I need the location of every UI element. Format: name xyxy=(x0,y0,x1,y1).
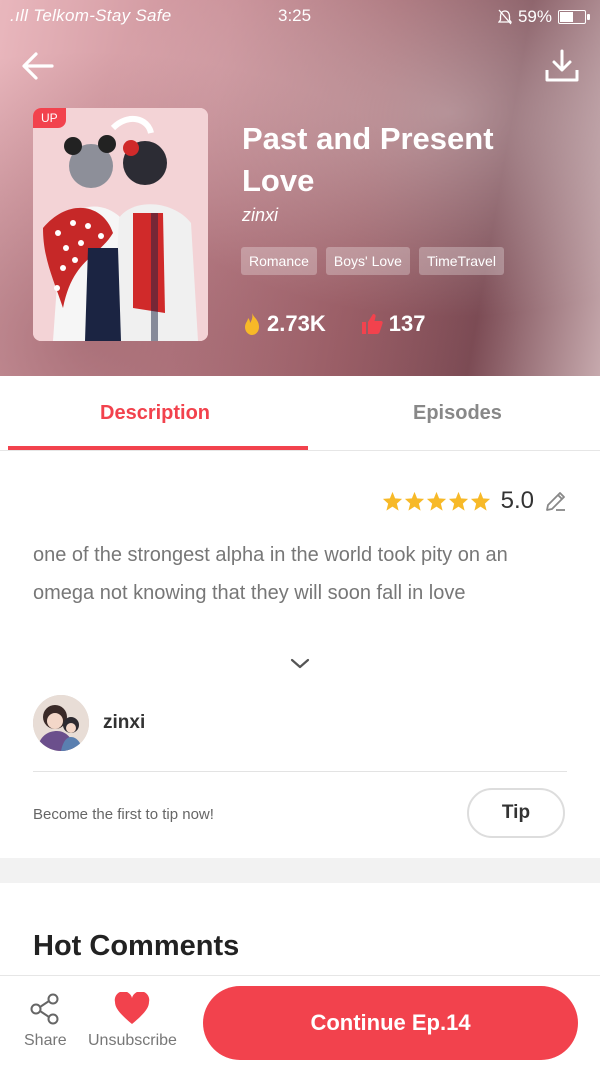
tag-romance[interactable]: Romance xyxy=(241,247,317,275)
up-badge: UP xyxy=(33,108,66,128)
creator-name: zinxi xyxy=(103,712,146,733)
carrier-label: .ıll Telkom-Stay Safe xyxy=(10,6,172,25)
divider xyxy=(33,771,567,772)
thumbs-up-icon xyxy=(361,314,383,334)
flame-icon xyxy=(245,313,259,335)
download-icon[interactable] xyxy=(542,46,582,86)
bottom-action-bar: Share Unsubscribe Continue Ep.14 xyxy=(0,975,600,1068)
tab-episodes[interactable]: Episodes xyxy=(413,402,502,425)
star-icon xyxy=(426,491,446,511)
comic-author[interactable]: zinxi xyxy=(242,205,278,226)
unsubscribe-label: Unsubscribe xyxy=(88,1032,177,1049)
rating-value: 5.0 xyxy=(500,487,534,514)
share-icon xyxy=(30,993,59,1025)
stats-row: 2.73K 137 xyxy=(242,311,425,337)
tag-time-travel[interactable]: TimeTravel xyxy=(418,247,504,275)
hero-header: .ıll Telkom-Stay Safe 3:25 59% UP Past a… xyxy=(0,0,600,376)
section-separator xyxy=(0,858,600,883)
active-tab-indicator xyxy=(8,446,308,450)
pencil-icon[interactable] xyxy=(544,489,568,513)
tag-boys-love[interactable]: Boys' Love xyxy=(325,247,410,275)
status-bar: .ıll Telkom-Stay Safe 3:25 59% xyxy=(0,0,600,32)
likes-count: 137 xyxy=(388,311,426,336)
share-label: Share xyxy=(24,1032,67,1049)
clock: 3:25 xyxy=(278,6,312,25)
tag-list: Romance Boys' Love TimeTravel xyxy=(241,247,504,275)
alarm-icon xyxy=(497,9,512,25)
tip-button[interactable]: Tip xyxy=(467,788,565,838)
likes-stat: 137 xyxy=(360,311,426,337)
battery-status: 59% xyxy=(497,7,590,27)
back-arrow-icon[interactable] xyxy=(18,46,58,86)
tab-bar: Description Episodes xyxy=(0,376,600,451)
star-icon xyxy=(382,491,402,511)
star-icon xyxy=(448,491,468,511)
views-stat: 2.73K xyxy=(242,311,326,337)
avatar[interactable] xyxy=(33,695,89,751)
views-count: 2.73K xyxy=(267,311,326,336)
star-icon xyxy=(470,491,490,511)
star-icon xyxy=(404,491,424,511)
tab-description[interactable]: Description xyxy=(100,402,210,425)
share-button[interactable]: Share xyxy=(24,992,67,1050)
chevron-down-icon[interactable] xyxy=(288,652,312,676)
description-text: one of the strongest alpha in the world … xyxy=(33,544,508,604)
cover-image[interactable]: UP xyxy=(33,108,208,341)
creator-row[interactable]: zinxi xyxy=(33,695,145,751)
heart-icon xyxy=(115,992,150,1024)
battery-icon xyxy=(558,10,590,24)
rating[interactable]: 5.0 xyxy=(382,487,568,515)
hot-comments-heading: Hot Comments xyxy=(33,930,240,962)
tip-prompt: Become the first to tip now! xyxy=(33,806,214,823)
unsubscribe-button[interactable]: Unsubscribe xyxy=(88,992,177,1050)
avatar-image xyxy=(33,695,89,751)
continue-reading-button[interactable]: Continue Ep.14 xyxy=(203,986,578,1060)
battery-percent: 59% xyxy=(517,7,552,26)
comic-title: Past and Present Love xyxy=(242,121,494,198)
cover-illustration xyxy=(33,108,208,341)
star-rating xyxy=(382,491,491,511)
